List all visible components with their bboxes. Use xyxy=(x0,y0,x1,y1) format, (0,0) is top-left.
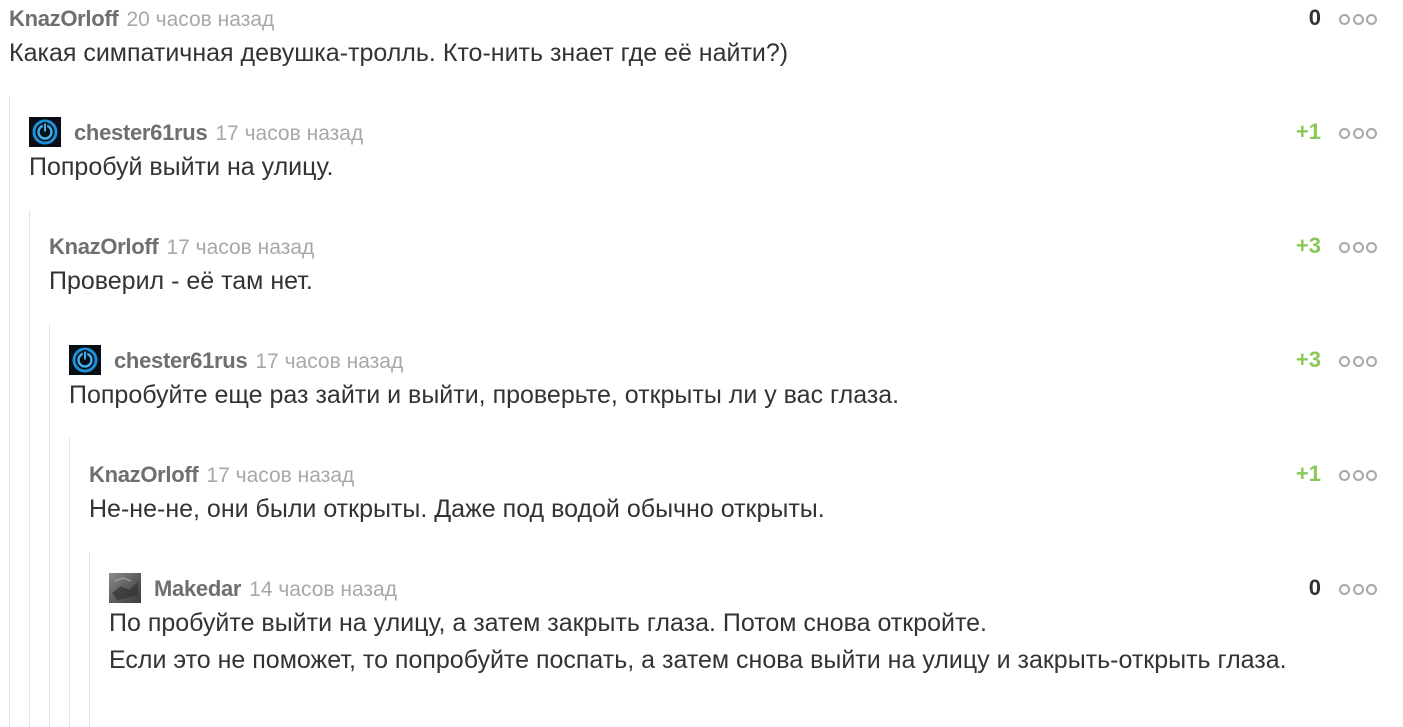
comment-time[interactable]: 17 часов назад xyxy=(215,122,363,145)
comment-time[interactable]: 17 часов назад xyxy=(166,236,314,259)
comment-time[interactable]: 17 часов назад xyxy=(255,350,403,373)
more-dots-icon[interactable] xyxy=(1339,470,1377,481)
thread-line-level-3 xyxy=(49,324,50,727)
comment-header: chester61rus 17 часов назад +1 xyxy=(29,117,1377,147)
comment-rating: 0 xyxy=(1308,5,1321,30)
comment-rating: +3 xyxy=(1295,347,1321,372)
thread-line-level-5 xyxy=(89,552,90,727)
comment-text: Какая симпатичная девушка-тролль. Кто-ни… xyxy=(9,39,789,67)
thread-line-level-4 xyxy=(69,438,70,727)
comment: chester61rus 17 часов назад +3 Попробуйте… xyxy=(69,345,1377,414)
avatar[interactable] xyxy=(29,117,61,147)
comment-text: По пробуйте выйти на улицу, а затем закр… xyxy=(109,609,1287,674)
thread-line-level-1 xyxy=(9,96,10,727)
comment-text: Попробуйте еще раз зайти и выйти, провер… xyxy=(69,381,900,409)
comment-header: Makedar 14 часов назад 0 xyxy=(109,573,1377,603)
comment-header: chester61rus 17 часов назад +3 xyxy=(69,345,1377,375)
comment-time[interactable]: 17 часов назад xyxy=(206,464,354,487)
comment-time[interactable]: 14 часов назад xyxy=(249,578,397,601)
comment-text: Не-не-не, они были открыты. Даже под вод… xyxy=(89,495,825,523)
comment-author[interactable]: KnazOrloff 17 часов назад xyxy=(89,462,354,488)
thread-line-level-2 xyxy=(29,210,30,727)
comment: Makedar 14 часов назад 0 По пробуйте выйт… xyxy=(109,573,1377,679)
comment: KnazOrloff 17 часов назад +3 Проверил - е… xyxy=(49,231,1377,300)
comment-author[interactable]: chester61rus 17 часов назад xyxy=(114,348,403,374)
avatar[interactable] xyxy=(69,345,101,375)
comment-rating: 0 xyxy=(1308,575,1321,600)
comment-author[interactable]: KnazOrloff 20 часов назад xyxy=(9,6,274,32)
comment-author[interactable]: Makedar 14 часов назад xyxy=(154,576,397,602)
comment: KnazOrloff 17 часов назад +1 Не-не-не, он… xyxy=(89,459,1377,528)
comment-author[interactable]: KnazOrloff 17 часов назад xyxy=(49,234,314,260)
gray-avatar-icon xyxy=(109,573,141,603)
comment-time[interactable]: 20 часов назад xyxy=(126,8,274,31)
comment-header: KnazOrloff 17 часов назад +1 xyxy=(89,459,1377,489)
comment: chester61rus 17 часов назад +1 Попробуй в… xyxy=(29,117,1377,186)
comment-rating: +3 xyxy=(1295,233,1321,258)
more-dots-icon[interactable] xyxy=(1339,14,1377,25)
comment-author[interactable]: chester61rus 17 часов назад xyxy=(74,120,363,146)
comment-text: Проверил - её там нет. xyxy=(49,267,313,295)
comment-header: KnazOrloff 17 часов назад +3 xyxy=(49,231,1377,261)
more-dots-icon[interactable] xyxy=(1339,128,1377,139)
more-dots-icon[interactable] xyxy=(1339,356,1377,367)
comment-text: Попробуй выйти на улицу. xyxy=(29,153,334,181)
more-dots-icon[interactable] xyxy=(1339,242,1377,253)
more-dots-icon[interactable] xyxy=(1339,584,1377,595)
comment: KnazOrloff 20 часов назад 0 Какая симпати… xyxy=(9,3,1377,72)
power-avatar-icon xyxy=(69,345,101,375)
comment-header: KnazOrloff 20 часов назад 0 xyxy=(9,3,1377,33)
comment-rating: +1 xyxy=(1295,119,1321,144)
comment-rating: +1 xyxy=(1295,461,1321,486)
power-avatar-icon xyxy=(29,117,61,147)
avatar[interactable] xyxy=(109,573,141,603)
